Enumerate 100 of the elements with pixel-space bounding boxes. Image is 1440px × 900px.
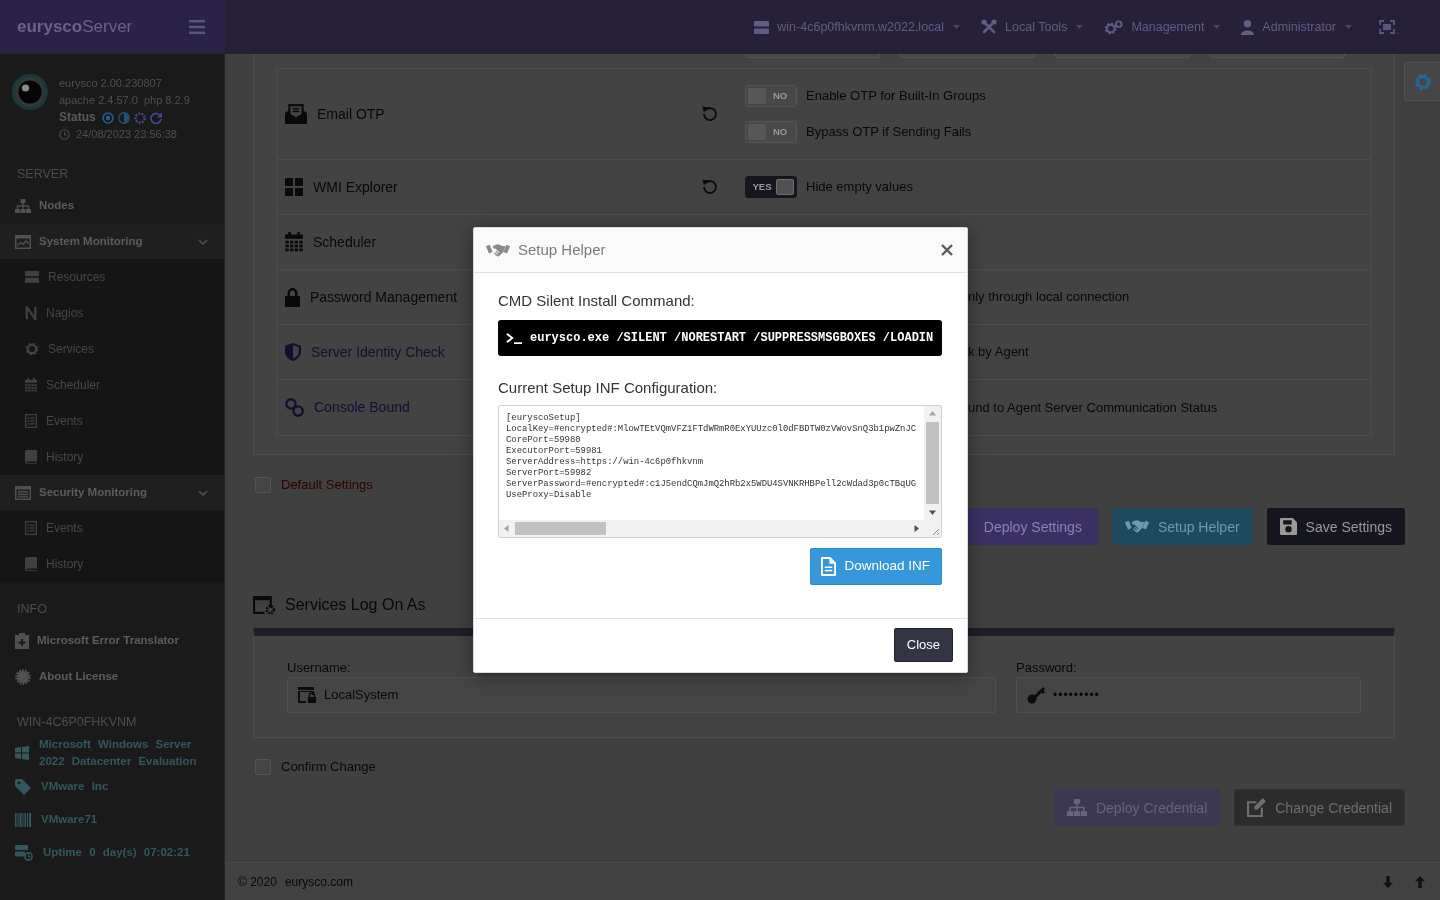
- table-window-icon: [15, 485, 31, 500]
- barcode-icon: [15, 812, 31, 827]
- document-icon: [821, 557, 837, 576]
- input-field[interactable]: [1210, 54, 1345, 58]
- gear-icon: [1413, 72, 1432, 91]
- close-icon: [941, 244, 953, 256]
- sidebar-item[interactable]: Microsoft Error Translator: [0, 623, 224, 659]
- change-credential-button[interactable]: Change Credential: [1234, 789, 1405, 826]
- chart-window-icon: [15, 234, 31, 249]
- caret-icon: [1345, 25, 1352, 29]
- option-label: nly through local connection: [968, 288, 1130, 307]
- shield-icon: [285, 343, 301, 361]
- input-field[interactable]: [745, 54, 880, 58]
- handshake-icon: [486, 242, 510, 258]
- nav-menu[interactable]: win-4c6p0fhkvnm.w2022.local: [754, 17, 961, 37]
- four-panes-icon: [15, 746, 29, 760]
- input-field[interactable]: [900, 54, 1035, 58]
- setting-title: Scheduler: [313, 232, 377, 252]
- nav-menu[interactable]: Administrator: [1241, 17, 1352, 37]
- fullscreen-icon: [1379, 20, 1395, 34]
- vertical-scrollbar[interactable]: [924, 406, 941, 520]
- footer-link[interactable]: eurysco.com: [284, 873, 353, 890]
- window-gear-icon: [253, 595, 276, 615]
- status-label: Status: [59, 109, 96, 126]
- option-label: Enable OTP for Built-In Groups: [806, 87, 986, 106]
- arrow-up-icon[interactable]: [1415, 875, 1425, 888]
- system-info-text: VMware Inc: [41, 779, 109, 794]
- sitemap-icon: [15, 199, 31, 213]
- toggle-switch[interactable]: YES: [745, 176, 797, 198]
- system-info-text: Microsoft Windows Server 2022 Datacenter Evaluation: [39, 737, 198, 769]
- copyright-text: © 2020: [238, 873, 277, 890]
- option-label: Hide empty values: [806, 178, 913, 197]
- nav-menu[interactable]: Local Tools: [981, 17, 1084, 37]
- sidebar-item[interactable]: Nodes: [0, 188, 224, 224]
- tag-icon: [15, 778, 31, 795]
- fullscreen-button[interactable]: [1379, 20, 1395, 34]
- sidebar-item[interactable]: System Monitoring: [0, 224, 224, 259]
- arrow-down-icon[interactable]: [1383, 875, 1393, 888]
- calendar-icon: [25, 378, 37, 392]
- server-icon: [25, 271, 39, 283]
- undo-icon[interactable]: [702, 106, 718, 122]
- chain-link-icon: [285, 398, 304, 417]
- user-icon: [1241, 19, 1255, 35]
- horizontal-scrollbar[interactable]: [499, 520, 924, 537]
- book-icon: [25, 557, 37, 571]
- menu-icon: [189, 20, 205, 34]
- window-lock-icon: [298, 687, 316, 703]
- input-field[interactable]: [1055, 54, 1190, 58]
- caret-icon: [1213, 25, 1221, 29]
- dashed-ring-icon: [133, 111, 146, 124]
- server-clock-icon: [15, 844, 33, 861]
- sidebar-item[interactable]: Security Monitoring: [0, 475, 224, 510]
- close-button[interactable]: [941, 244, 953, 256]
- list-icon: [25, 414, 37, 428]
- setting-title: WMI Explorer: [313, 177, 398, 197]
- caret-icon: [1076, 25, 1084, 29]
- field-label: Current Setup INF Configuration:: [498, 378, 718, 398]
- eye-logo-icon: [12, 74, 48, 110]
- checkbox-label: Confirm Change: [281, 758, 376, 777]
- close-dialog-button[interactable]: Close: [893, 628, 953, 662]
- system-info-text: VMware71: [41, 812, 98, 827]
- save-settings-button[interactable]: Save Settings: [1266, 508, 1405, 545]
- edit-icon: [1247, 798, 1267, 817]
- field-label: Username:: [287, 660, 351, 675]
- toggle-switch[interactable]: NO: [745, 85, 797, 107]
- seal-icon: [15, 669, 31, 685]
- menu-button[interactable]: [189, 20, 205, 34]
- refresh-icon: [149, 111, 162, 124]
- password-field[interactable]: •••••••••: [1016, 677, 1361, 713]
- username-field[interactable]: LocalSystem: [287, 677, 996, 713]
- checkbox-label: Default Settings: [281, 476, 373, 495]
- section-title: Services Log On As: [285, 595, 426, 615]
- deploy-settings-button[interactable]: Deploy Settings: [966, 508, 1098, 545]
- config-textarea[interactable]: [euryscoSetup] LocalKey=#encrypted#:MlowTEtVQmVFZ1FTdWRmR0ExYUUzc0l0dFBDTW0zVWovSnQ3b1pwZnJC CorePort=59980 ExecutorPort=59981 ServerAddress=https://win-4c6p0fhkvnm ServerPort=59982 ServerPassword=#encrypted#:c1J5endCQmJmQ2hRb2x5WDU4SVNKRHBPell2cWdad3p0cTBqUG UseProxy=Disable: [498, 405, 942, 538]
- gears-icon: [1104, 19, 1124, 35]
- undo-icon[interactable]: [702, 179, 718, 195]
- nav-menu[interactable]: Management: [1104, 17, 1221, 37]
- tools-icon: [981, 19, 998, 35]
- field-label: CMD Silent Install Command:: [498, 291, 695, 311]
- field-label: Password:: [1016, 660, 1077, 675]
- setting-title: Password Management: [310, 287, 458, 307]
- letter-n-icon: [25, 306, 37, 320]
- sitemap-icon: [1066, 799, 1087, 816]
- target-icon: [101, 111, 114, 124]
- calendar-icon: [285, 232, 303, 252]
- key-icon: [1027, 686, 1045, 704]
- gear-icon: [25, 342, 39, 356]
- handshake-icon: [1124, 519, 1149, 534]
- server-icon: [754, 20, 770, 34]
- toggle-switch[interactable]: NO: [745, 121, 797, 143]
- setup-helper-button[interactable]: Setup Helper: [1111, 508, 1253, 545]
- download-button[interactable]: Download INF: [810, 548, 942, 585]
- setting-title: Email OTP: [317, 104, 385, 124]
- terminal-prompt-icon: [506, 332, 522, 344]
- book-icon: [25, 450, 37, 464]
- settings-tab[interactable]: [1404, 62, 1440, 101]
- four-squares-icon: [285, 178, 303, 196]
- sidebar-item[interactable]: About License: [0, 659, 224, 695]
- list-icon: [25, 521, 37, 535]
- brand-name: euryscoServer: [17, 16, 133, 39]
